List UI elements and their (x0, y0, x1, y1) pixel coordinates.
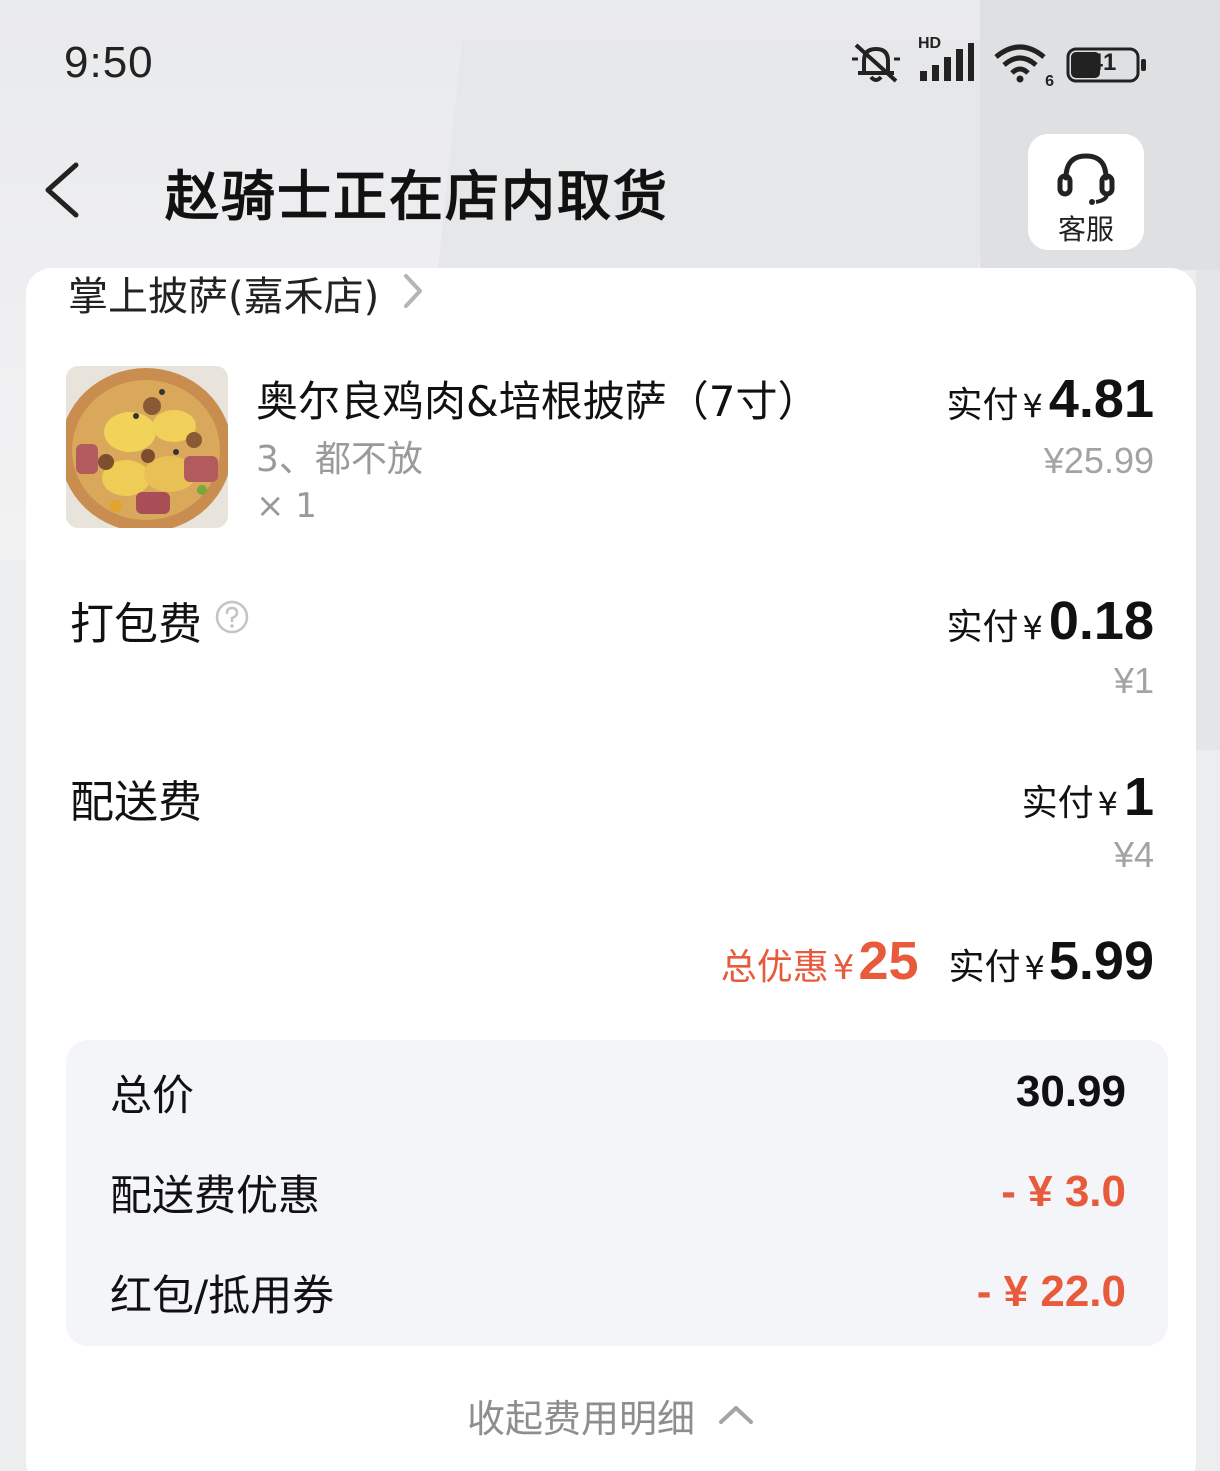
order-card: 掌上披萨(嘉禾店) 奥尔良鸡肉&培根披萨（7寸） 3、都不放 × 1 实付 ¥ … (26, 268, 1196, 1471)
packing-fee-paid: 实付 ¥ 0.18 (947, 590, 1154, 652)
store-name: 掌上披萨(嘉禾店) (68, 274, 380, 320)
coupon-value: - ¥ 22.0 (976, 1267, 1126, 1316)
currency-symbol: ¥ (1024, 949, 1045, 987)
wifi-label: 6 (1045, 73, 1054, 90)
currency-symbol: ¥ (1022, 609, 1043, 647)
total-discount-label: 总优惠 (720, 947, 829, 988)
packing-fee-label: 打包费 (70, 599, 202, 650)
coupon-label: 红包/抵用券 (110, 1270, 335, 1320)
paid-label: 实付 (948, 947, 1021, 988)
product-paid: 实付 ¥ 4.81 (947, 368, 1154, 430)
packing-fee-row: 打包费 (70, 588, 250, 652)
coupon-row: 红包/抵用券 - ¥ 22.0 (110, 1262, 1126, 1322)
status-icons: HD 6 41 (850, 35, 1148, 90)
order-summary: 总优惠 ¥ 25 实付 ¥ 5.99 (721, 930, 1154, 992)
network-label: HD (918, 35, 942, 52)
total-paid-amount: 5.99 (1048, 931, 1154, 991)
customer-service-button[interactable]: 客服 (1028, 134, 1144, 250)
collapse-details-label: 收起费用明细 (466, 1397, 695, 1441)
paid-label: 实付 (946, 385, 1019, 426)
paid-amount: 4.81 (1048, 369, 1154, 429)
product-quantity: × 1 (256, 486, 317, 526)
wifi-icon: 6 (992, 41, 1054, 90)
battery-level: 41 (1089, 49, 1117, 76)
paid-label: 实付 (1021, 783, 1094, 824)
status-bar: 9:50 HD 6 41 (0, 0, 1220, 120)
customer-service-label: 客服 (1057, 213, 1114, 246)
signal-icon: HD (918, 35, 976, 89)
paid-amount: 1 (1123, 767, 1154, 827)
total-price-label: 总价 (110, 1070, 195, 1120)
currency-symbol: ¥ (1022, 387, 1043, 425)
total-price-row: 总价 30.99 (110, 1062, 1126, 1122)
status-time: 9:50 (64, 38, 154, 87)
currency-symbol: ¥ (1097, 785, 1118, 823)
delivery-fee-label: 配送费 (70, 777, 202, 828)
delivery-discount-label: 配送费优惠 (110, 1170, 321, 1220)
total-price-value: 30.99 (1015, 1067, 1126, 1116)
packing-fee-original: ¥1 (1113, 660, 1154, 701)
delivery-fee-row: 配送费 (70, 766, 202, 830)
battery-icon: 41 (1066, 47, 1148, 83)
original-price: ¥25.99 (1043, 440, 1154, 481)
map-block (1196, 270, 1220, 750)
collapse-details-button[interactable]: 收起费用明细 (26, 1388, 1196, 1443)
back-button[interactable] (38, 155, 98, 225)
paid-amount: 0.18 (1048, 591, 1154, 651)
page-title: 赵骑士正在店内取货 (165, 165, 669, 228)
delivery-discount-value: - ¥ 3.0 (1001, 1167, 1126, 1216)
product-image[interactable] (66, 366, 228, 528)
total-discount-amount: 25 (858, 931, 919, 991)
product-name: 奥尔良鸡肉&培根披萨（7寸） (256, 377, 820, 426)
chevron-right-icon (401, 271, 425, 315)
delivery-fee-paid: 实付 ¥ 1 (1022, 766, 1154, 828)
chevron-up-icon (717, 1402, 755, 1430)
delivery-fee-original: ¥4 (1113, 834, 1154, 875)
mute-bell-icon (850, 41, 902, 89)
chevron-left-icon (45, 162, 79, 218)
paid-label: 实付 (946, 607, 1019, 648)
delivery-discount-row: 配送费优惠 - ¥ 3.0 (110, 1162, 1126, 1222)
store-link[interactable]: 掌上披萨(嘉禾店) (68, 264, 425, 322)
headset-icon (1057, 153, 1115, 205)
header: 赵骑士正在店内取货 客服 (0, 130, 1220, 260)
help-icon[interactable] (214, 595, 250, 646)
currency-symbol: ¥ (832, 948, 855, 988)
product-spec: 3、都不放 (256, 439, 423, 480)
fee-details: 总价 30.99 配送费优惠 - ¥ 3.0 红包/抵用券 - ¥ 22.0 (66, 1040, 1168, 1346)
